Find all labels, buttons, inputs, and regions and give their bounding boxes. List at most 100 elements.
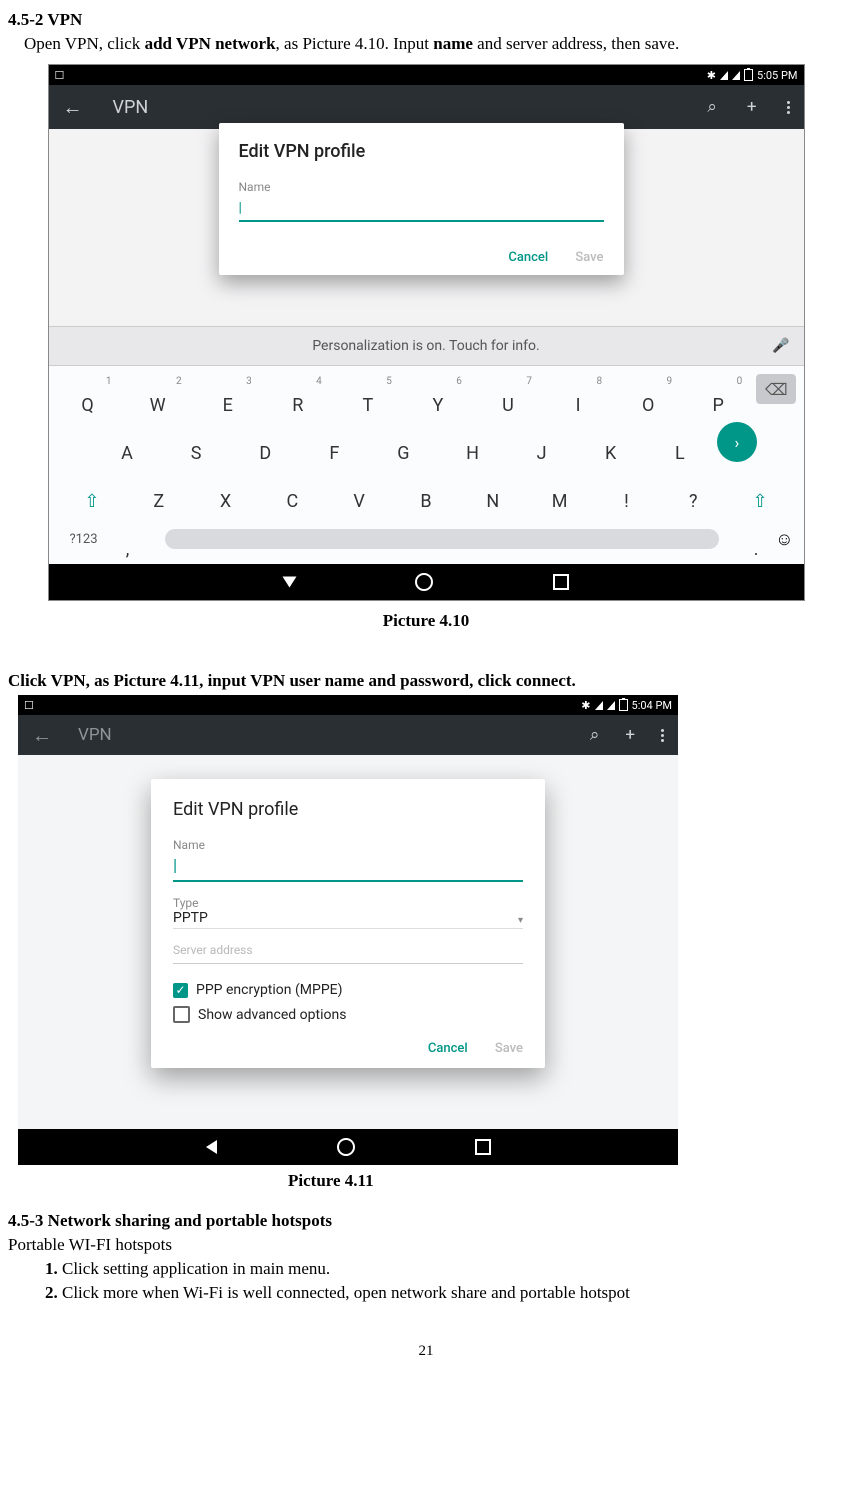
name-label: Name	[173, 838, 523, 852]
shift-key-left[interactable]: ⇧	[60, 470, 124, 512]
key-a[interactable]: A	[95, 422, 159, 464]
nav-bar	[18, 1129, 678, 1165]
advanced-label: Show advanced options	[198, 1007, 346, 1023]
battery-icon	[619, 699, 628, 711]
nav-recent-icon[interactable]	[475, 1139, 491, 1155]
type-label: Type	[173, 896, 523, 910]
key-u[interactable]: 7U	[476, 374, 540, 416]
caption-410: Picture 4.10	[8, 611, 844, 631]
key-l[interactable]: L	[648, 422, 712, 464]
wifi-icon	[720, 71, 728, 80]
figure-410: ☐ ✱ 5:05 PM ← VPN ⌕ + Edit VPN profile N…	[48, 64, 805, 601]
key-i[interactable]: 8I	[546, 374, 610, 416]
key-f[interactable]: F	[302, 422, 366, 464]
back-icon[interactable]: ←	[63, 95, 83, 120]
key-t[interactable]: 5T	[336, 374, 400, 416]
key-j[interactable]: J	[510, 422, 574, 464]
text-bold: name	[433, 34, 473, 53]
page-number: 21	[8, 1343, 844, 1360]
key-o[interactable]: 9O	[616, 374, 680, 416]
nav-back-icon[interactable]	[206, 1140, 217, 1154]
mic-icon[interactable]: 🎤	[772, 338, 789, 354]
enter-key[interactable]: ›	[717, 422, 757, 462]
status-bar: ☐ ✱ 5:04 PM	[18, 695, 678, 715]
text-cursor: |	[239, 200, 242, 216]
app-bar-title: VPN	[78, 725, 112, 745]
back-icon[interactable]: ←	[32, 723, 52, 748]
spacebar-key[interactable]	[165, 529, 720, 549]
key-p[interactable]: 0P	[686, 374, 750, 416]
caption-411: Picture 4.11	[8, 1171, 844, 1191]
paragraph-click-vpn: Click VPN, as Picture 4.11, input VPN us…	[8, 671, 844, 691]
suggestion-bar[interactable]: Personalization is on. Touch for info. 🎤	[49, 326, 804, 366]
key-x[interactable]: X	[194, 470, 258, 512]
text: Open VPN, click	[24, 34, 145, 53]
search-icon[interactable]: ⌕	[707, 97, 717, 117]
keyboard: 1Q 2W 3E 4R 5T 6Y 7U 8I 9O 0P ⌫ A S D F …	[49, 366, 804, 564]
search-icon[interactable]: ⌕	[590, 725, 600, 745]
suggestion-text: Personalization is on. Touch for info.	[312, 338, 539, 354]
app-bar-title: VPN	[113, 97, 149, 118]
overflow-icon[interactable]	[787, 101, 790, 114]
symbols-key[interactable]: ?123	[59, 532, 109, 547]
battery-icon	[744, 69, 753, 81]
key-g[interactable]: G	[371, 422, 435, 464]
app-bar: ← VPN ⌕ +	[18, 715, 678, 755]
key-d[interactable]: D	[233, 422, 297, 464]
status-time: 5:04 PM	[632, 699, 672, 712]
bluetooth-icon: ✱	[707, 69, 716, 82]
edit-vpn-dialog: Edit VPN profile Name | Cancel Save	[219, 123, 624, 275]
key-z[interactable]: Z	[127, 470, 191, 512]
key-b[interactable]: B	[394, 470, 458, 512]
key-c[interactable]: C	[260, 470, 324, 512]
key-s[interactable]: S	[164, 422, 228, 464]
backspace-key[interactable]: ⌫	[756, 374, 796, 404]
type-select[interactable]: PPTP ▾	[173, 910, 523, 929]
ppp-label: PPP encryption (MPPE)	[196, 982, 343, 998]
add-icon[interactable]: +	[747, 97, 757, 117]
add-icon[interactable]: +	[625, 725, 635, 745]
heading-452: 4.5-2 VPN	[8, 10, 844, 30]
nav-home-icon[interactable]	[415, 573, 433, 591]
key-m[interactable]: M	[528, 470, 592, 512]
key-excl[interactable]: !	[594, 470, 658, 512]
nav-home-icon[interactable]	[337, 1138, 355, 1156]
paragraph-open-vpn: Open VPN, click add VPN network, as Pict…	[8, 34, 844, 54]
key-y[interactable]: 6Y	[406, 374, 470, 416]
signal-icon	[732, 71, 740, 80]
status-left-icon: ☐	[55, 69, 65, 82]
cancel-button[interactable]: Cancel	[428, 1041, 468, 1056]
key-k[interactable]: K	[579, 422, 643, 464]
comma-key[interactable]: ,	[113, 518, 143, 560]
show-advanced-checkbox[interactable]: Show advanced options	[173, 1006, 523, 1023]
key-qmark[interactable]: ?	[661, 470, 725, 512]
server-address-input[interactable]: Server address	[173, 939, 523, 964]
text: and server address, then save.	[473, 34, 679, 53]
nav-back-icon[interactable]	[282, 577, 296, 588]
period-key[interactable]: .	[741, 518, 771, 560]
name-input[interactable]: |	[173, 854, 523, 882]
cancel-button[interactable]: Cancel	[508, 250, 548, 265]
ppp-encryption-checkbox[interactable]: ✓ PPP encryption (MPPE)	[173, 982, 523, 998]
dialog-title: Edit VPN profile	[173, 799, 523, 820]
save-button: Save	[495, 1041, 523, 1056]
key-r[interactable]: 4R	[266, 374, 330, 416]
signal-icon	[607, 701, 615, 710]
nav-recent-icon[interactable]	[553, 574, 569, 590]
emoji-key[interactable]: ☺	[775, 529, 793, 550]
dialog-backdrop: Edit VPN profile Name | Type PPTP ▾ Serv…	[18, 755, 678, 1129]
overflow-icon[interactable]	[661, 729, 664, 742]
key-q[interactable]: 1Q	[56, 374, 120, 416]
name-input[interactable]: |	[239, 198, 604, 222]
checkbox-checked-icon: ✓	[173, 983, 188, 998]
step-1: Click setting application in main menu.	[62, 1259, 844, 1279]
key-w[interactable]: 2W	[126, 374, 190, 416]
shift-key-right[interactable]: ⇧	[728, 470, 792, 512]
save-button: Save	[575, 250, 603, 265]
figure-411: ☐ ✱ 5:04 PM ← VPN ⌕ + Edit VPN profile N…	[18, 695, 678, 1165]
key-e[interactable]: 3E	[196, 374, 260, 416]
key-v[interactable]: V	[327, 470, 391, 512]
dialog-title: Edit VPN profile	[239, 141, 604, 162]
key-h[interactable]: H	[441, 422, 505, 464]
bluetooth-icon: ✱	[581, 699, 590, 712]
